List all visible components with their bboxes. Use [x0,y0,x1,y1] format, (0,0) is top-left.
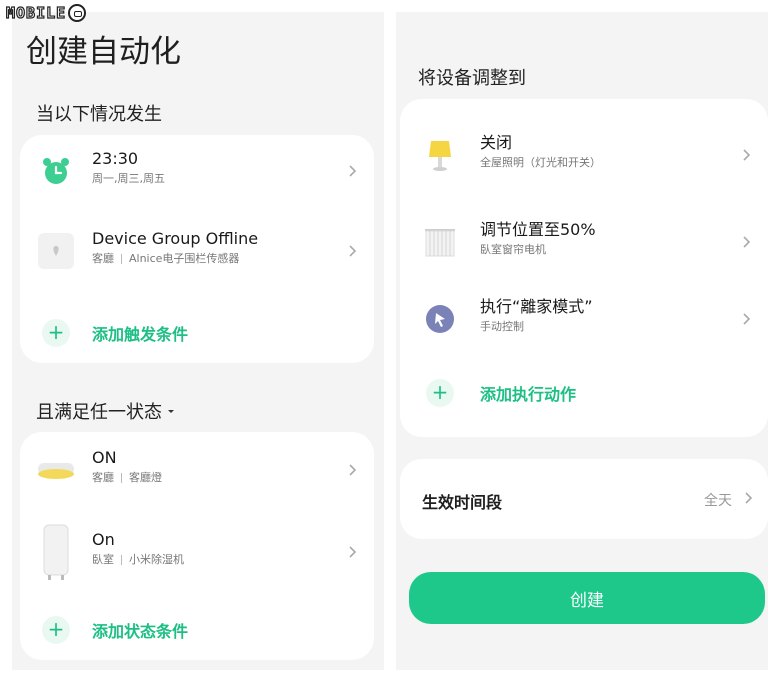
trigger-row-time[interactable]: 23:30 周一,周三,周五 [20,141,374,201]
manual-control-icon [422,301,458,337]
chevron-right-icon [349,245,357,257]
timeframe-label: 生效时间段 [422,493,503,512]
condition-device: 客廳燈 [129,471,162,484]
table-lamp-icon [422,137,458,173]
plus-icon: + [42,319,70,347]
action-title: 执行“離家模式” [480,297,593,316]
chevron-right-icon [349,464,357,476]
trigger-room: 客廳 [92,252,114,265]
action-target: 全屋照明（灯光和开关） [480,156,601,169]
screenshot-root: MOBILE 创建自动化 当以下情况发生 23:30 周一,周三,周五 Devi… [0,0,780,683]
action-section-title: 将设备调整到 [418,68,526,89]
divider [121,254,122,264]
chevron-right-icon [349,165,357,177]
page-title: 创建自动化 [26,34,181,70]
action-row-lights-off[interactable]: 关闭 全屋照明（灯光和开关） [400,125,768,185]
add-trigger-button[interactable]: + 添加触发条件 [20,313,374,353]
condition-device: 小米除湿机 [129,553,184,566]
ceiling-lamp-icon [34,452,78,488]
trigger-days: 周一,周三,周五 [92,172,165,185]
condition-row-ceiling-light[interactable]: ON 客廳 客廳燈 [20,440,374,500]
add-action-button[interactable]: + 添加执行动作 [400,373,768,413]
right-panel: 将设备调整到 关闭 全屋照明（灯光和开关） 调节位置至50% 臥室窗帘电机 执行… [396,12,768,670]
condition-section-title[interactable]: 且满足任一状态 [36,398,176,424]
divider [121,473,122,483]
create-button[interactable]: 创建 [409,572,765,624]
add-action-label: 添加执行动作 [480,385,577,404]
watermark-logo: MOBILE [5,3,87,23]
trigger-section-title: 当以下情况发生 [36,104,162,125]
action-target: 手动控制 [480,320,524,333]
action-row-curtain-position[interactable]: 调节位置至50% 臥室窗帘电机 [400,212,768,272]
condition-row-dehumidifier[interactable]: On 臥室 小米除湿机 [20,520,374,584]
sensor-icon [38,233,74,269]
trigger-device-model: Alnice电子围栏传感器 [129,252,240,265]
action-target: 臥室窗帘电机 [480,243,546,256]
caret-down-icon [168,410,174,413]
chevron-right-icon [349,546,357,558]
action-title: 关闭 [480,133,513,152]
condition-section-label: 且满足任一状态 [36,402,162,423]
plus-icon: + [42,616,70,644]
watermark-icon [68,4,87,22]
watermark-text: MOBILE [5,3,67,22]
add-condition-label: 添加状态条件 [92,622,189,641]
timeframe-value: 全天 [704,493,732,509]
timeframe-card[interactable]: 生效时间段 全天 [400,459,768,539]
condition-state: ON [92,448,117,467]
trigger-time: 23:30 [92,149,139,168]
chevron-right-icon [745,492,753,504]
left-panel: 创建自动化 当以下情况发生 23:30 周一,周三,周五 Device Grou… [12,12,384,670]
plus-icon: + [426,379,454,407]
condition-state: On [92,530,115,549]
trigger-device-name: Device Group Offline [92,229,259,248]
dehumidifier-icon [38,522,74,582]
trigger-row-device-offline[interactable]: Device Group Offline 客廳 Alnice电子围栏传感器 [20,221,374,281]
condition-card: ON 客廳 客廳燈 On 臥室 小米除湿机 + 添加状态条件 [20,432,374,660]
condition-room: 臥室 [92,553,114,566]
add-condition-button[interactable]: + 添加状态条件 [20,610,374,650]
chevron-right-icon [743,236,751,248]
action-card: 关闭 全屋照明（灯光和开关） 调节位置至50% 臥室窗帘电机 执行“離家模式” … [400,99,768,437]
alarm-clock-icon [38,153,74,189]
action-title: 调节位置至50% [480,220,596,239]
chevron-right-icon [743,313,751,325]
add-trigger-label: 添加触发条件 [92,325,189,344]
trigger-card: 23:30 周一,周三,周五 Device Group Offline 客廳 A… [20,135,374,363]
action-row-scene[interactable]: 执行“離家模式” 手动控制 [400,289,768,349]
curtain-icon [422,224,458,260]
condition-room: 客廳 [92,471,114,484]
chevron-right-icon [743,149,751,161]
divider [121,555,122,565]
